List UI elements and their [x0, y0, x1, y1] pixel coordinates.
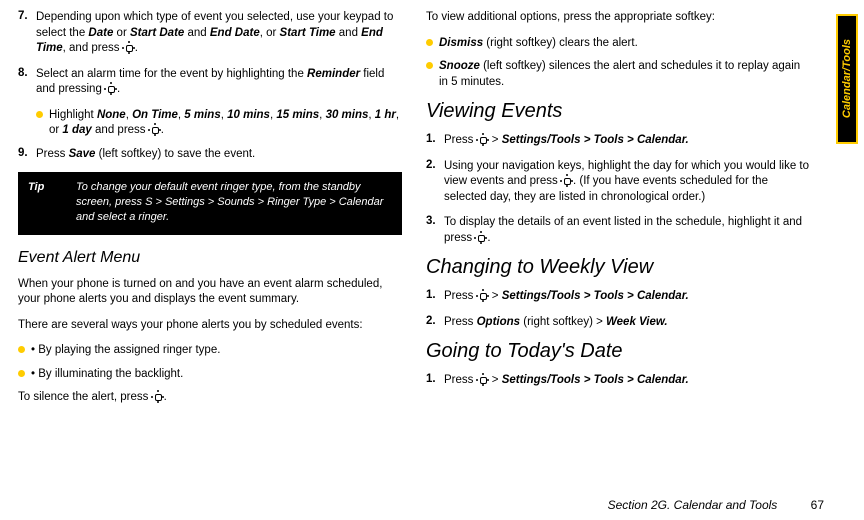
- step-8: 8. Select an alarm time for the event by…: [18, 67, 402, 98]
- view-step-2: 2. Using your navigation keys, highlight…: [426, 159, 810, 206]
- step-number: 9.: [18, 147, 36, 163]
- step-number: 1.: [426, 133, 444, 149]
- bullet-icon: [18, 346, 25, 353]
- view-step-3: 3. To display the details of an event li…: [426, 215, 810, 246]
- step-7: 7. Depending upon which type of event yo…: [18, 10, 402, 57]
- step-number: 8.: [18, 67, 36, 98]
- bullet-icon: [426, 39, 433, 46]
- step-number: 3.: [426, 215, 444, 246]
- nav-key-icon: [475, 232, 487, 244]
- alert-bullet-1: • By playing the assigned ringer type.: [18, 343, 402, 359]
- step-number: 2.: [426, 315, 444, 331]
- bullet-icon: [36, 111, 43, 118]
- body-text: There are several ways your phone alerts…: [18, 318, 402, 334]
- week-step-2: 2. Press Options (right softkey) > Week …: [426, 315, 810, 331]
- week-step-1: 1. Press > Settings/Tools > Tools > Cale…: [426, 289, 810, 305]
- step-text: Select an alarm time for the event by hi…: [36, 67, 402, 98]
- tip-text: To change your default event ringer type…: [76, 180, 392, 225]
- weekly-view-title: Changing to Weekly View: [426, 256, 810, 279]
- bullet-text: Dismiss (right softkey) clears the alert…: [439, 36, 638, 52]
- page-content: 7. Depending upon which type of event yo…: [0, 0, 864, 416]
- sub-text: Highlight None, On Time, 5 mins, 10 mins…: [49, 108, 402, 139]
- page-number: 67: [811, 498, 824, 512]
- right-column: To view additional options, press the ap…: [426, 10, 810, 416]
- step-8-sub: Highlight None, On Time, 5 mins, 10 mins…: [36, 108, 402, 139]
- nav-key-icon: [477, 374, 489, 386]
- step-text: Depending upon which type of event you s…: [36, 10, 402, 57]
- dismiss-bullet: Dismiss (right softkey) clears the alert…: [426, 36, 810, 52]
- bullet-text: • By playing the assigned ringer type.: [31, 343, 220, 359]
- view-step-1: 1. Press > Settings/Tools > Tools > Cale…: [426, 133, 810, 149]
- step-text: Press > Settings/Tools > Tools > Calenda…: [444, 373, 810, 389]
- step-text: Press > Settings/Tools > Tools > Calenda…: [444, 133, 810, 149]
- nav-key-icon: [152, 391, 164, 403]
- page-footer: Section 2G. Calendar and Tools 67: [608, 498, 824, 512]
- body-text: When your phone is turned on and you hav…: [18, 277, 402, 308]
- tip-box: Tip To change your default event ringer …: [18, 172, 402, 235]
- snooze-bullet: Snooze (left softkey) silences the alert…: [426, 59, 810, 90]
- step-text: Press > Settings/Tools > Tools > Calenda…: [444, 289, 810, 305]
- bullet-text: Snooze (left softkey) silences the alert…: [439, 59, 810, 90]
- step-9: 9. Press Save (left softkey) to save the…: [18, 147, 402, 163]
- nav-key-icon: [477, 290, 489, 302]
- alert-bullet-2: • By illuminating the backlight.: [18, 367, 402, 383]
- bullet-text: • By illuminating the backlight.: [31, 367, 183, 383]
- todays-date-title: Going to Today's Date: [426, 340, 810, 363]
- step-text: To display the details of an event liste…: [444, 215, 810, 246]
- step-number: 7.: [18, 10, 36, 57]
- nav-key-icon: [123, 42, 135, 54]
- silence-text: To silence the alert, press .: [18, 390, 402, 406]
- nav-key-icon: [149, 124, 161, 136]
- side-tab: Calendar/Tools: [836, 14, 858, 144]
- viewing-events-title: Viewing Events: [426, 100, 810, 123]
- intro-text: To view additional options, press the ap…: [426, 10, 810, 26]
- step-number: 1.: [426, 373, 444, 389]
- step-text: Press Options (right softkey) > Week Vie…: [444, 315, 810, 331]
- bullet-icon: [426, 62, 433, 69]
- bullet-icon: [18, 370, 25, 377]
- step-text: Using your navigation keys, highlight th…: [444, 159, 810, 206]
- step-number: 1.: [426, 289, 444, 305]
- nav-key-icon: [561, 175, 573, 187]
- nav-key-icon: [105, 83, 117, 95]
- footer-section: Section 2G. Calendar and Tools: [608, 498, 778, 512]
- today-step-1: 1. Press > Settings/Tools > Tools > Cale…: [426, 373, 810, 389]
- step-number: 2.: [426, 159, 444, 206]
- side-tab-label: Calendar/Tools: [841, 39, 853, 118]
- left-column: 7. Depending upon which type of event yo…: [18, 10, 402, 416]
- step-text: Press Save (left softkey) to save the ev…: [36, 147, 402, 163]
- tip-label: Tip: [28, 180, 76, 225]
- event-alert-menu-title: Event Alert Menu: [18, 249, 402, 267]
- nav-key-icon: [477, 134, 489, 146]
